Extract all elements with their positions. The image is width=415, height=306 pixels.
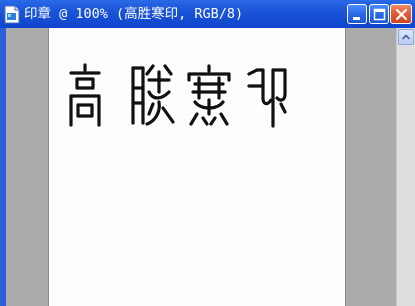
workspace-right xyxy=(346,28,396,306)
arrow-up-icon xyxy=(401,34,411,40)
maximize-button[interactable] xyxy=(369,4,389,24)
workspace-left xyxy=(6,28,48,306)
seal-character-sheng xyxy=(131,64,175,126)
document-window: 印章 @ 100% (高胜寒印, RGB/8) xyxy=(0,0,415,306)
seal-script-text xyxy=(69,63,287,128)
window-title: 印章 @ 100% (高胜寒印, RGB/8) xyxy=(24,6,244,22)
minimize-button[interactable] xyxy=(347,4,367,24)
document-canvas[interactable] xyxy=(48,28,346,306)
seal-character-yin xyxy=(247,68,287,128)
seal-character-han xyxy=(187,64,231,126)
close-button[interactable] xyxy=(390,4,412,24)
document-icon[interactable] xyxy=(3,5,21,24)
scroll-up-button[interactable] xyxy=(398,29,414,45)
vertical-scrollbar[interactable] xyxy=(396,28,415,306)
maximize-icon xyxy=(373,8,386,21)
seal-character-gao xyxy=(69,63,101,127)
close-icon xyxy=(395,8,408,21)
title-bar[interactable]: 印章 @ 100% (高胜寒印, RGB/8) xyxy=(0,0,415,28)
minimize-icon xyxy=(353,17,360,20)
